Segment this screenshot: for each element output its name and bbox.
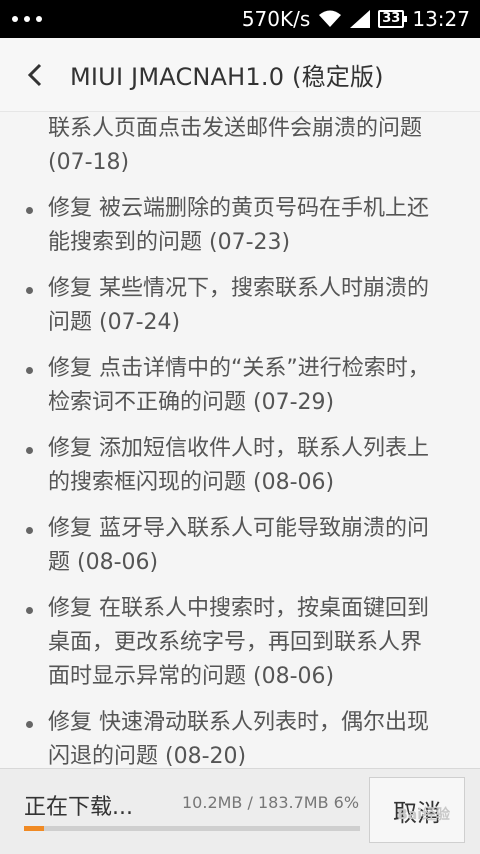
changelog-item: 联系人页面点击发送邮件会崩溃的问题 (07-18)	[0, 112, 480, 180]
changelog-line: 问题 (07-24)	[48, 310, 181, 335]
changelog-line: 修复 蓝牙导入联系人可能导致崩溃的问	[48, 516, 429, 541]
download-progress-fill	[24, 826, 45, 831]
bullet-icon	[26, 447, 33, 454]
changelog-line: 修复 某些情况下，搜索联系人时崩溃的	[48, 276, 429, 301]
changelog-line: 修复 添加短信收件人时，联系人列表上	[48, 436, 429, 461]
changelog-line: 能搜索到的问题 (07-23)	[48, 230, 291, 255]
changelog-item: 修复 快速滑动联系人列表时，偶尔出现 闪退的问题 (08-20)	[0, 706, 480, 770]
watermark-logo: Bai经验	[397, 807, 450, 823]
signal-icon	[350, 10, 371, 28]
app-header: MIUI JMACNAH1.0 (稳定版)	[0, 38, 480, 112]
download-progress-text: 10.2MB / 183.7MB 6%	[182, 793, 360, 812]
changelog-item: 修复 添加短信收件人时，联系人列表上 的搜索框闪现的问题 (08-06)	[0, 432, 480, 500]
bullet-icon	[26, 607, 33, 614]
chevron-left-icon	[27, 63, 42, 86]
changelog-line: (07-18)	[48, 150, 130, 175]
bullet-icon	[26, 721, 33, 728]
changelog-line: 联系人页面点击发送邮件会崩溃的问题	[48, 116, 423, 141]
bullet-icon	[26, 527, 33, 534]
changelog-line: 的搜索框闪现的问题 (08-06)	[48, 470, 335, 495]
changelog-line: 检索词不正确的问题 (07-29)	[48, 390, 335, 415]
back-button[interactable]	[0, 63, 70, 87]
changelog-line: 闪退的问题 (08-20)	[48, 744, 247, 769]
changelog-line: 修复 在联系人中搜索时，按桌面键回到	[48, 596, 429, 621]
status-bar: 570K/s 33 13:27	[0, 0, 480, 38]
changelog-line: 面时显示异常的问题 (08-06)	[48, 664, 335, 689]
changelog-item: 修复 在联系人中搜索时，按桌面键回到 桌面，更改系统字号，再回到联系人界 面时显示异…	[0, 592, 480, 694]
changelog-line: 题 (08-06)	[48, 550, 159, 575]
changelog-line: 桌面，更改系统字号，再回到联系人界	[48, 630, 423, 655]
changelog-item: 修复 蓝牙导入联系人可能导致崩溃的问题 (08-06)	[0, 512, 480, 580]
network-speed: 570K/s	[241, 7, 311, 31]
changelog-item: 修复 某些情况下，搜索联系人时崩溃的 问题 (07-24)	[0, 272, 480, 340]
bullet-icon	[26, 367, 33, 374]
changelog-item: 修复 被云端删除的黄页号码在手机上还 能搜索到的问题 (07-23)	[0, 192, 480, 260]
clock: 13:27	[412, 7, 470, 31]
changelog-line: 修复 被云端删除的黄页号码在手机上还	[48, 196, 429, 221]
changelog-line: 修复 点击详情中的“关系”进行检索时，	[48, 356, 430, 381]
battery-icon: 33	[378, 10, 408, 28]
notification-dots-icon	[12, 16, 42, 22]
changelog-list[interactable]: 联系人页面点击发送邮件会崩溃的问题 (07-18) 修复 被云端删除的黄页号码在手机…	[0, 112, 480, 770]
bullet-icon	[26, 287, 33, 294]
download-status-label: 正在下载...	[24, 795, 133, 820]
changelog-item: 修复 点击详情中的“关系”进行检索时， 检索词不正确的问题 (07-29)	[0, 352, 480, 420]
changelog-line: 修复 快速滑动联系人列表时，偶尔出现	[48, 710, 429, 735]
download-progress-bar	[24, 826, 360, 831]
bullet-icon	[26, 207, 33, 214]
page-title: MIUI JMACNAH1.0 (稳定版)	[70, 63, 384, 91]
wifi-icon	[318, 10, 342, 28]
